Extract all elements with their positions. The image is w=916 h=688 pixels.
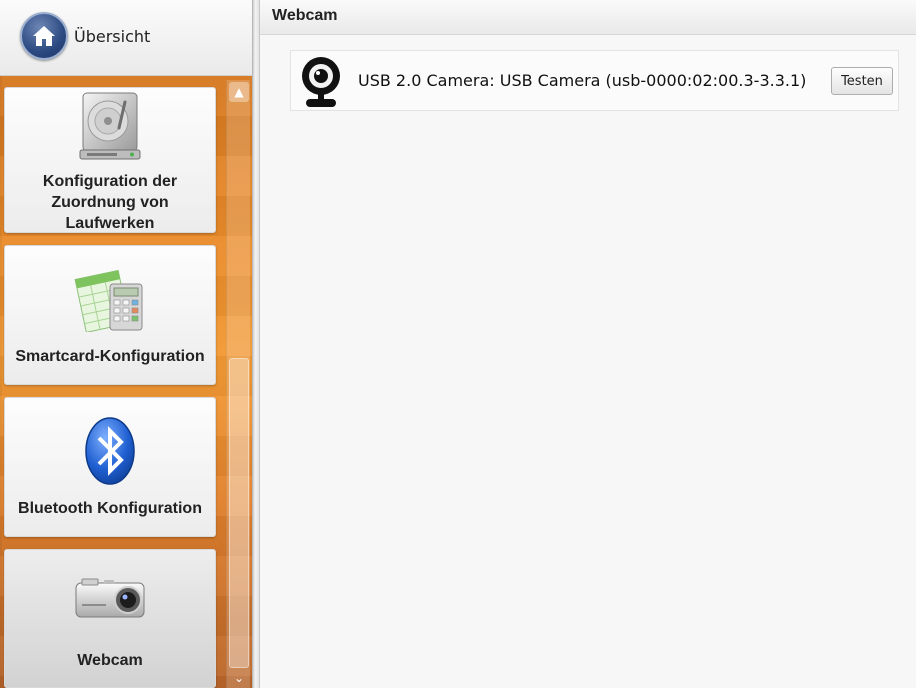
- tile-label: Bluetooth Konfiguration: [18, 500, 202, 517]
- sidebar: Übersicht Konfiguration der Zuordnung vo…: [0, 0, 252, 688]
- home-icon: [33, 26, 55, 46]
- main-header: Webcam: [260, 0, 916, 35]
- home-button[interactable]: [20, 12, 68, 60]
- tile-label: Webcam: [77, 652, 143, 669]
- device-row: USB 2.0 Camera: USB Camera (usb-0000:02:…: [290, 50, 899, 111]
- sidebar-scrollbar[interactable]: ▲ ⌄: [226, 80, 250, 688]
- page-title: Webcam: [272, 7, 338, 24]
- webcam-icon: [302, 57, 340, 107]
- panel-splitter[interactable]: [252, 0, 260, 688]
- tile-drive-mapping[interactable]: Konfiguration der Zuordnung von Laufwerk…: [4, 87, 216, 233]
- scroll-thumb[interactable]: [229, 358, 249, 668]
- tile-smartcard-configuration[interactable]: Smartcard-Konfiguration: [4, 245, 216, 385]
- overview-nav[interactable]: Übersicht: [0, 0, 252, 76]
- tile-webcam[interactable]: Webcam: [4, 549, 216, 688]
- spreadsheet-calculator-icon: [74, 269, 143, 332]
- device-name: USB 2.0 Camera: USB Camera (usb-0000:02:…: [358, 71, 807, 90]
- camera-icon: [75, 578, 145, 618]
- test-button[interactable]: Testen: [831, 67, 893, 95]
- tile-bluetooth-configuration[interactable]: Bluetooth Konfiguration: [4, 397, 216, 537]
- tile-label: Smartcard-Konfiguration: [15, 348, 205, 365]
- bluetooth-icon: [85, 417, 135, 485]
- main-panel: Webcam USB 2.0 Camera: USB Camera (usb-0…: [260, 0, 916, 688]
- scroll-up-arrow-icon[interactable]: ▲: [229, 82, 249, 102]
- tile-label: Konfiguration der Zuordnung von Laufwerk…: [42, 173, 178, 232]
- overview-label: Übersicht: [74, 27, 151, 46]
- scroll-down-arrow-icon[interactable]: ⌄: [229, 670, 249, 686]
- hard-drive-icon: [79, 92, 141, 160]
